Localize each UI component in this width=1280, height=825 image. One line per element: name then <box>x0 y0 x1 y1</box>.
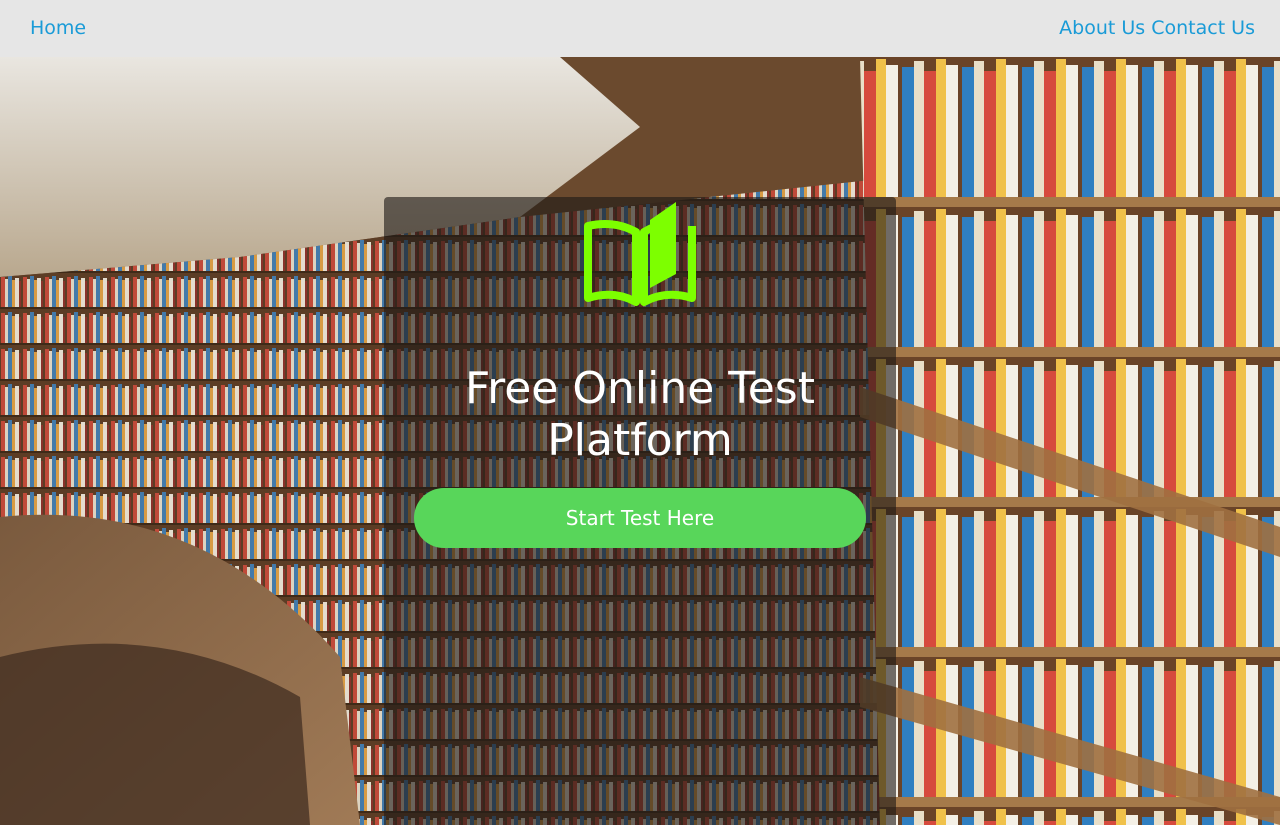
nav-contact-link[interactable]: Contact Us <box>1151 17 1255 39</box>
top-navbar: Home About Us Contact Us <box>0 0 1280 57</box>
hero-section: Free Online Test Platform Start Test Her… <box>0 57 1280 825</box>
nav-right-links: About Us Contact Us <box>1059 14 1255 42</box>
intro-panel: Free Online Test Platform Start Test Her… <box>384 197 896 825</box>
hero-title: Free Online Test Platform <box>465 363 815 466</box>
open-book-icon <box>584 202 696 306</box>
nav-home-link[interactable]: Home <box>30 14 86 42</box>
start-test-button[interactable]: Start Test Here <box>414 488 866 548</box>
nav-about-link[interactable]: About Us <box>1059 17 1145 39</box>
